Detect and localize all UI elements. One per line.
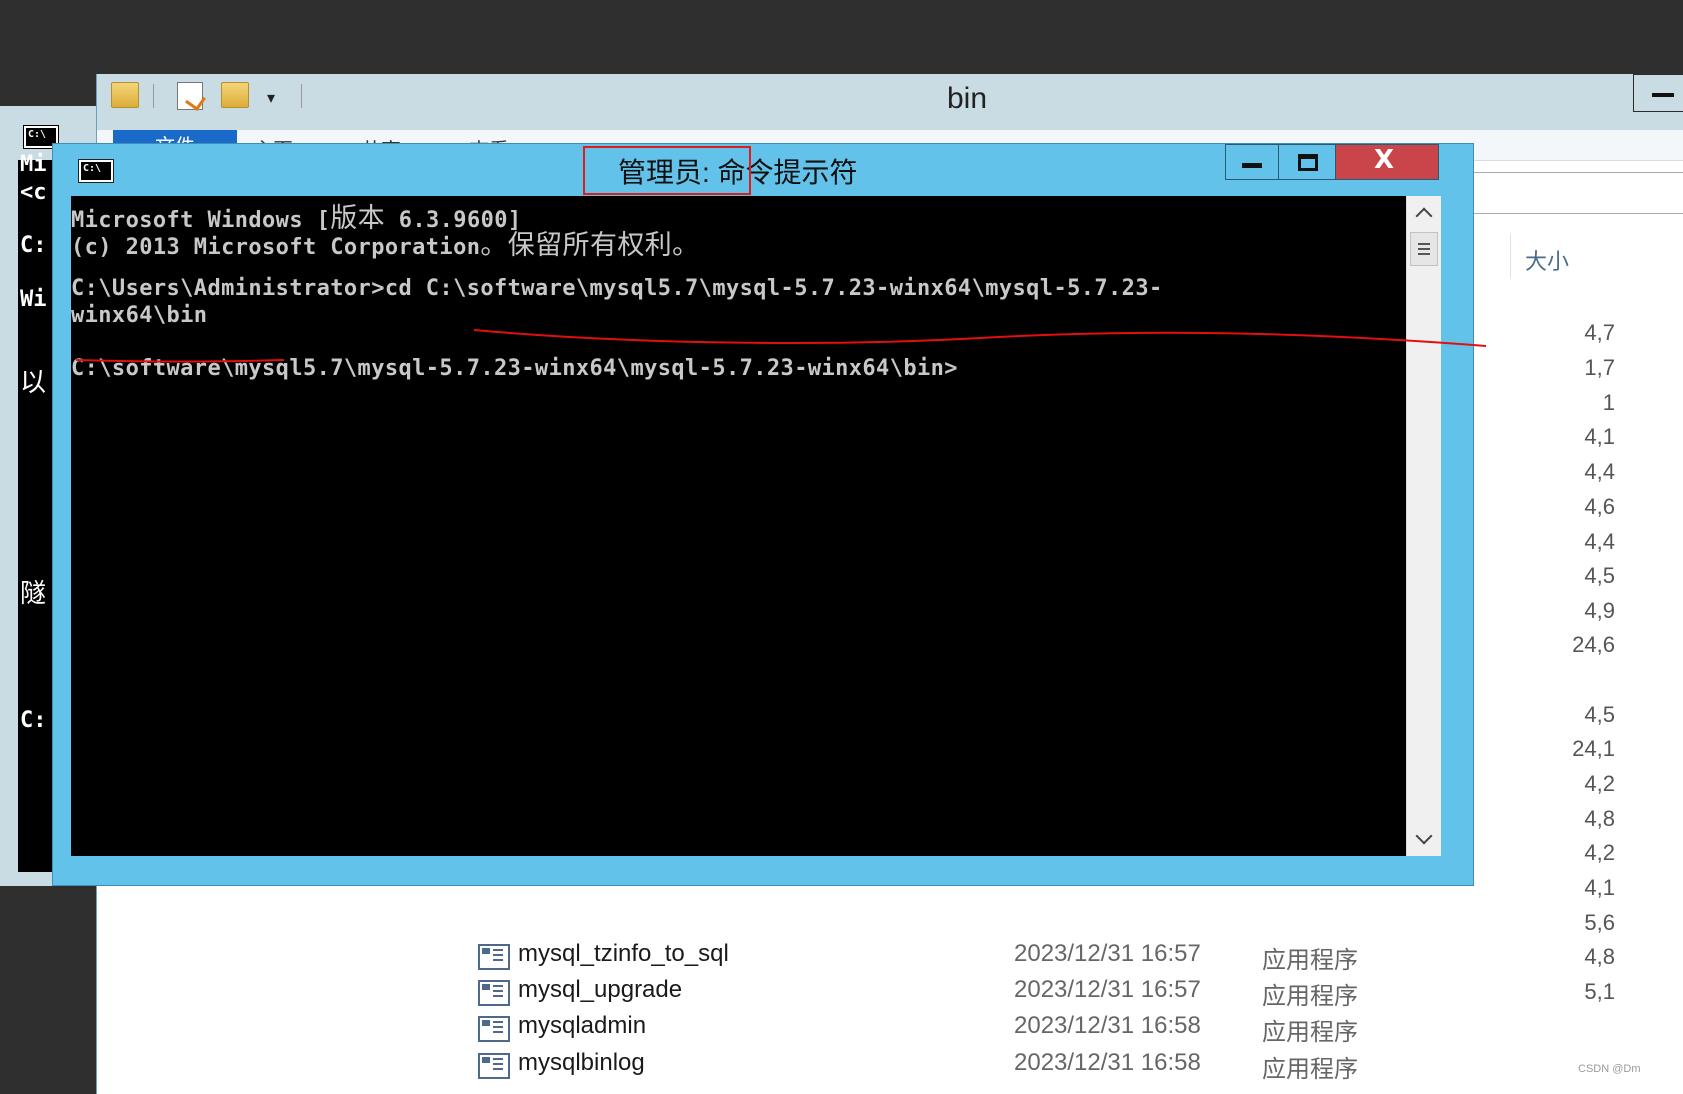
chevron-up-icon (1415, 207, 1433, 225)
minimize-button[interactable] (1226, 145, 1279, 179)
scroll-up-button[interactable] (1407, 196, 1441, 230)
file-size: 4,9 (1584, 598, 1615, 623)
file-type: 应用程序 (1262, 947, 1358, 974)
file-size: 24,1 (1572, 736, 1615, 761)
minimize-icon (1242, 163, 1262, 168)
file-name: mysqlbinlog (518, 1049, 645, 1076)
file-size: 5,6 (1584, 910, 1615, 935)
console-command-line: winx64\bin (71, 303, 208, 328)
background-cmd-line: 隧 (20, 579, 47, 609)
maximize-icon (1298, 154, 1318, 171)
file-type: 应用程序 (1262, 1056, 1358, 1083)
file-size: 4,6 (1584, 494, 1615, 519)
background-cmd-line: Wi (20, 287, 47, 312)
explorer-window-title: bin (947, 82, 988, 115)
chevron-down-icon (1415, 827, 1433, 845)
file-row[interactable]: mysqlbinlog 2023/12/31 16:58 应用程序 (478, 1049, 1678, 1083)
application-icon (478, 1016, 510, 1042)
file-size: 4,4 (1584, 529, 1615, 554)
file-size: 4,5 (1584, 563, 1615, 588)
file-date: 2023/12/31 16:57 (1014, 940, 1201, 967)
scroll-thumb[interactable] (1410, 232, 1438, 266)
maximize-button[interactable] (1279, 145, 1336, 179)
background-cmd-line: C: (20, 708, 47, 733)
column-header-size[interactable]: 大小 (1510, 234, 1611, 278)
file-size: 4,2 (1584, 840, 1615, 865)
file-size: 1 (1602, 390, 1615, 415)
file-size: 4,8 (1584, 806, 1615, 831)
file-size: 4,7 (1584, 320, 1615, 345)
file-date: 2023/12/31 16:57 (1014, 976, 1201, 1003)
background-cmd-line: 以 (20, 368, 47, 398)
background-cmd-line: C: (20, 233, 47, 258)
file-name: mysqladmin (518, 1012, 647, 1039)
scroll-down-button[interactable] (1407, 822, 1441, 856)
toolbar-separator (301, 84, 302, 108)
application-icon (478, 980, 510, 1006)
file-date: 2023/12/31 16:58 (1014, 1012, 1201, 1039)
file-size: 4,1 (1584, 424, 1615, 449)
new-folder-icon[interactable] (221, 82, 249, 108)
explorer-minimize-button[interactable] (1633, 74, 1683, 112)
file-size: 24,6 (1572, 632, 1615, 657)
file-size: 4,5 (1584, 702, 1615, 727)
watermark: CSDN @Dm (1578, 1063, 1641, 1075)
file-size: 4,4 (1584, 459, 1615, 484)
cmd-window-controls: X (1225, 144, 1439, 180)
cmd-console[interactable]: Microsoft Windows [版本 6.3.9600] (c) 2013… (71, 196, 1406, 856)
toolbar-separator (153, 84, 154, 108)
properties-icon[interactable] (177, 82, 206, 111)
title-highlight-box (583, 146, 751, 195)
console-prompt: C:\software\mysql5.7\mysql-5.7.23-winx64… (71, 356, 958, 381)
console-command-line: C:\Users\Administrator>cd C:\software\my… (71, 276, 1163, 301)
background-cmd-line: <c (20, 180, 47, 205)
file-date: 2023/12/31 16:58 (1014, 1049, 1201, 1076)
cmd-window-icon[interactable]: C:\ (79, 160, 113, 182)
console-line: (c) 2013 Microsoft Corporation。保留所有权利。 (71, 230, 700, 261)
customize-quick-access-icon[interactable]: ▾ (267, 88, 275, 108)
file-row[interactable]: mysql_tzinfo_to_sql 2023/12/31 16:57 应用程… (478, 940, 1678, 974)
file-type: 应用程序 (1262, 983, 1358, 1010)
explorer-title-bar[interactable]: ▾ bin (97, 74, 1683, 130)
file-name: mysql_tzinfo_to_sql (518, 940, 729, 967)
file-row[interactable]: mysql_upgrade 2023/12/31 16:57 应用程序 (478, 976, 1678, 1010)
close-button[interactable]: X (1336, 145, 1438, 179)
command-prompt-window[interactable]: C:\ 管理员: 命令提示符 X Microsoft Windows [版本 6… (52, 143, 1474, 886)
background-cmd-line: Mi (20, 152, 47, 177)
application-icon (478, 1053, 510, 1079)
application-icon (478, 944, 510, 970)
cmd-scrollbar[interactable] (1406, 196, 1441, 856)
folder-icon[interactable] (111, 82, 139, 108)
file-size: 4,1 (1584, 875, 1615, 900)
file-type: 应用程序 (1262, 1019, 1358, 1046)
file-size: 1,7 (1584, 355, 1615, 380)
close-icon: X (1374, 145, 1395, 175)
file-name: mysql_upgrade (518, 976, 683, 1003)
file-row[interactable]: mysqladmin 2023/12/31 16:58 应用程序 (478, 1012, 1678, 1046)
file-size: 4,2 (1584, 771, 1615, 796)
explorer-address-bar[interactable] (1440, 172, 1683, 214)
